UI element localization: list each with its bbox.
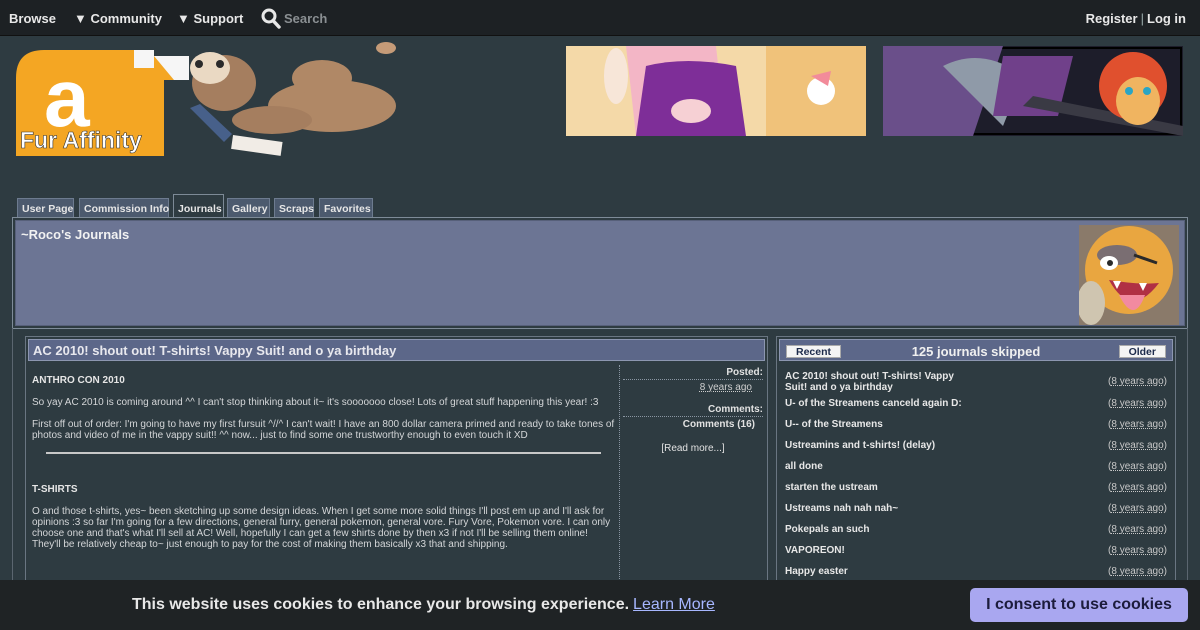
journal-link[interactable]: starten the ustream (785, 482, 970, 493)
journals-title: ~Roco's Journals (21, 227, 130, 242)
post-paragraph: So yay AC 2010 is coming around ^^ I can… (32, 397, 599, 408)
list-item[interactable]: Ustreamins and t-shirts! (delay) (8 years… (785, 440, 1167, 461)
journal-post-title[interactable]: AC 2010! shout out! T-shirts! Vappy Suit… (28, 339, 765, 361)
register-link[interactable]: Register (1086, 11, 1138, 26)
journal-date: (8 years ago) (1108, 376, 1167, 387)
tab-scraps[interactable]: Scraps (274, 198, 314, 218)
journal-link[interactable]: all done (785, 461, 970, 472)
tab-commission-info[interactable]: Commission Info (79, 198, 169, 218)
list-item[interactable]: Pokepals an such (8 years ago) (785, 524, 1167, 545)
journal-date: (8 years ago) (1108, 482, 1167, 493)
tab-user-page[interactable]: User Page (17, 198, 74, 218)
journal-link[interactable]: U- of the Streamens canceld again D: (785, 398, 970, 409)
posted-label: Posted: (623, 367, 763, 380)
journal-list-header: Recent 125 journals skipped Older (779, 339, 1173, 361)
journal-date: (8 years ago) (1108, 524, 1167, 535)
post-paragraph: First off out of order: I'm going to hav… (32, 419, 615, 441)
post-paragraph: O and those t-shirts, yes~ been sketchin… (32, 506, 611, 550)
login-link[interactable]: Log in (1147, 11, 1186, 26)
comments-link[interactable]: Comments (16) (623, 419, 763, 430)
logo-text: Fur Affinity (20, 127, 142, 153)
post-heading-tshirts: T-SHIRTS (32, 484, 78, 495)
learn-more-link[interactable]: Learn More (633, 596, 715, 613)
cookie-consent-bar: This website uses cookies to enhance you… (0, 580, 1200, 630)
user-avatar[interactable] (1079, 225, 1179, 325)
account-links: Register | Log in (1086, 11, 1186, 26)
read-more-link[interactable]: [Read more...] (623, 443, 763, 454)
banner-artwork-right[interactable] (883, 46, 1183, 136)
nav-browse[interactable]: Browse (9, 11, 56, 26)
journal-list: AC 2010! shout out! T-shirts! Vappy Suit… (785, 371, 1167, 587)
journal-link[interactable]: Pokepals an such (785, 524, 970, 535)
journal-post: AC 2010! shout out! T-shirts! Vappy Suit… (25, 336, 768, 596)
list-item[interactable]: U-- of the Streamens (8 years ago) (785, 419, 1167, 440)
journal-date: (8 years ago) (1108, 503, 1167, 514)
post-divider (46, 452, 601, 454)
post-heading-anthrocon: ANTHRO CON 2010 (32, 375, 125, 386)
separator: | (1140, 11, 1144, 26)
banner-artwork-left[interactable] (566, 46, 866, 136)
comments-label: Comments: (623, 404, 763, 417)
list-item[interactable]: VAPOREON! (8 years ago) (785, 545, 1167, 566)
site-logo[interactable]: a Fur Affinity (14, 38, 424, 162)
journal-date: (8 years ago) (1108, 566, 1167, 577)
search-icon[interactable] (261, 8, 281, 30)
journal-link[interactable]: VAPOREON! (785, 545, 970, 556)
tab-favorites[interactable]: Favorites (319, 198, 373, 218)
journal-post-body: ANTHRO CON 2010 So yay AC 2010 is coming… (28, 365, 619, 595)
list-item[interactable]: starten the ustream (8 years ago) (785, 482, 1167, 503)
journal-date: (8 years ago) (1108, 440, 1167, 451)
journal-date: (8 years ago) (1108, 419, 1167, 430)
nav-community-menu[interactable]: ▼ Community (74, 11, 162, 26)
journals-skipped-label: 125 journals skipped (911, 344, 1041, 359)
older-button[interactable]: Older (1118, 345, 1166, 358)
posted-date: 8 years ago (699, 382, 752, 393)
journals-header-box: ~Roco's Journals (12, 217, 1188, 329)
list-item[interactable]: AC 2010! shout out! T-shirts! Vappy Suit… (785, 371, 1167, 398)
journal-date: (8 years ago) (1108, 545, 1167, 556)
journal-list-panel: Recent 125 journals skipped Older AC 201… (776, 336, 1176, 596)
journal-date: (8 years ago) (1108, 398, 1167, 409)
journal-link[interactable]: AC 2010! shout out! T-shirts! Vappy Suit… (785, 371, 970, 393)
journal-link[interactable]: Ustreams nah nah nah~ (785, 503, 970, 514)
consent-button[interactable]: I consent to use cookies (970, 588, 1188, 622)
journal-link[interactable]: Ustreamins and t-shirts! (delay) (785, 440, 970, 451)
top-navigation-bar: Browse ▼ Community ▼ Support Search Regi… (0, 0, 1200, 36)
journal-link[interactable]: U-- of the Streamens (785, 419, 970, 430)
list-item[interactable]: U- of the Streamens canceld again D: (8 y… (785, 398, 1167, 419)
cookie-message: This website uses cookies to enhance you… (132, 596, 715, 613)
nav-support-menu[interactable]: ▼ Support (177, 11, 243, 26)
tab-gallery[interactable]: Gallery (227, 198, 270, 218)
list-item[interactable]: Ustreams nah nah nah~ (8 years ago) (785, 503, 1167, 524)
journal-link[interactable]: Happy easter (785, 566, 970, 577)
list-item[interactable]: all done (8 years ago) (785, 461, 1167, 482)
journal-date: (8 years ago) (1108, 461, 1167, 472)
search-input[interactable]: Search (284, 11, 327, 26)
tab-journals[interactable]: Journals (173, 194, 224, 218)
journal-post-sidebar: Posted: 8 years ago Comments: Comments (… (619, 365, 765, 595)
